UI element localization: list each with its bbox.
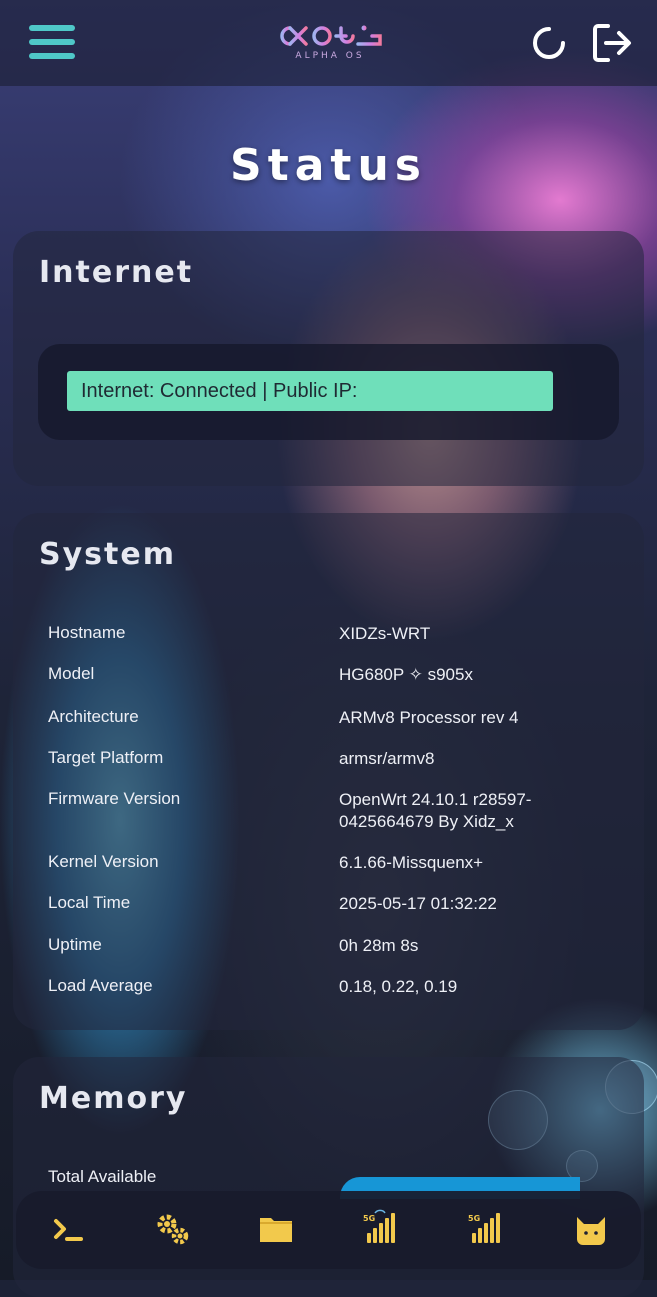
alpha-os-logo: ALPHA OS xyxy=(272,22,388,64)
page-title: Status xyxy=(230,140,427,191)
row-value: HG680P ✧ s905x xyxy=(339,665,473,684)
row-label: Kernel Version xyxy=(48,852,159,871)
bottom-navigation: 5G 5G xyxy=(16,1191,641,1269)
signal-5g-icon[interactable]: 5G xyxy=(466,1209,506,1249)
memory-card-title: Memory xyxy=(39,1081,188,1116)
logo-mark xyxy=(280,25,382,46)
row-label: Load Average xyxy=(48,976,153,995)
top-header: ALPHA OS xyxy=(0,0,657,86)
row-label: Uptime xyxy=(48,935,102,954)
row-label: Model xyxy=(48,664,95,683)
row-label: Local Time xyxy=(48,893,131,912)
system-card-title: System xyxy=(39,537,176,572)
internet-status-badge: Internet: Connected | Public IP: xyxy=(67,371,553,411)
gears-icon[interactable] xyxy=(152,1209,192,1249)
row-value: OpenWrt 24.10.1 r28597-0425664679 By Xid… xyxy=(339,790,532,831)
row-label: Hostname xyxy=(48,623,126,642)
row-value: armsr/armv8 xyxy=(339,749,435,768)
row-value: 0.18, 0.22, 0.19 xyxy=(339,977,458,996)
row-value: ARMv8 Processor rev 4 xyxy=(339,708,519,727)
row-label: Target Platform xyxy=(48,748,164,767)
signal-5g-modem-icon[interactable]: 5G xyxy=(361,1209,401,1249)
row-value: XIDZs-WRT xyxy=(339,624,431,643)
folder-icon[interactable] xyxy=(256,1209,296,1249)
logo-subtitle: ALPHA OS xyxy=(295,51,365,61)
svg-text:5G: 5G xyxy=(363,1214,375,1223)
row-value: 2025-05-17 01:32:22 xyxy=(339,894,497,913)
row-label: Total Available xyxy=(48,1167,157,1186)
hamburger-menu-icon[interactable] xyxy=(29,25,75,59)
internet-status-panel: Internet: Connected | Public IP: xyxy=(38,344,619,440)
system-card: System Hostname XIDZs-WRT Model HG680P ✧… xyxy=(13,513,644,1030)
row-value: 0h 28m 8s xyxy=(339,936,419,955)
internet-card-title: Internet xyxy=(39,255,194,290)
terminal-icon[interactable] xyxy=(48,1209,88,1249)
cat-icon[interactable] xyxy=(571,1209,611,1249)
internet-card: Internet Internet: Connected | Public IP… xyxy=(13,231,644,486)
refresh-icon[interactable] xyxy=(529,23,569,67)
svg-text:5G: 5G xyxy=(468,1214,480,1223)
logout-icon[interactable] xyxy=(592,22,634,68)
row-value: 6.1.66-Missquenx+ xyxy=(339,853,484,872)
row-label: Firmware Version xyxy=(48,789,181,808)
row-label: Architecture xyxy=(48,707,139,726)
